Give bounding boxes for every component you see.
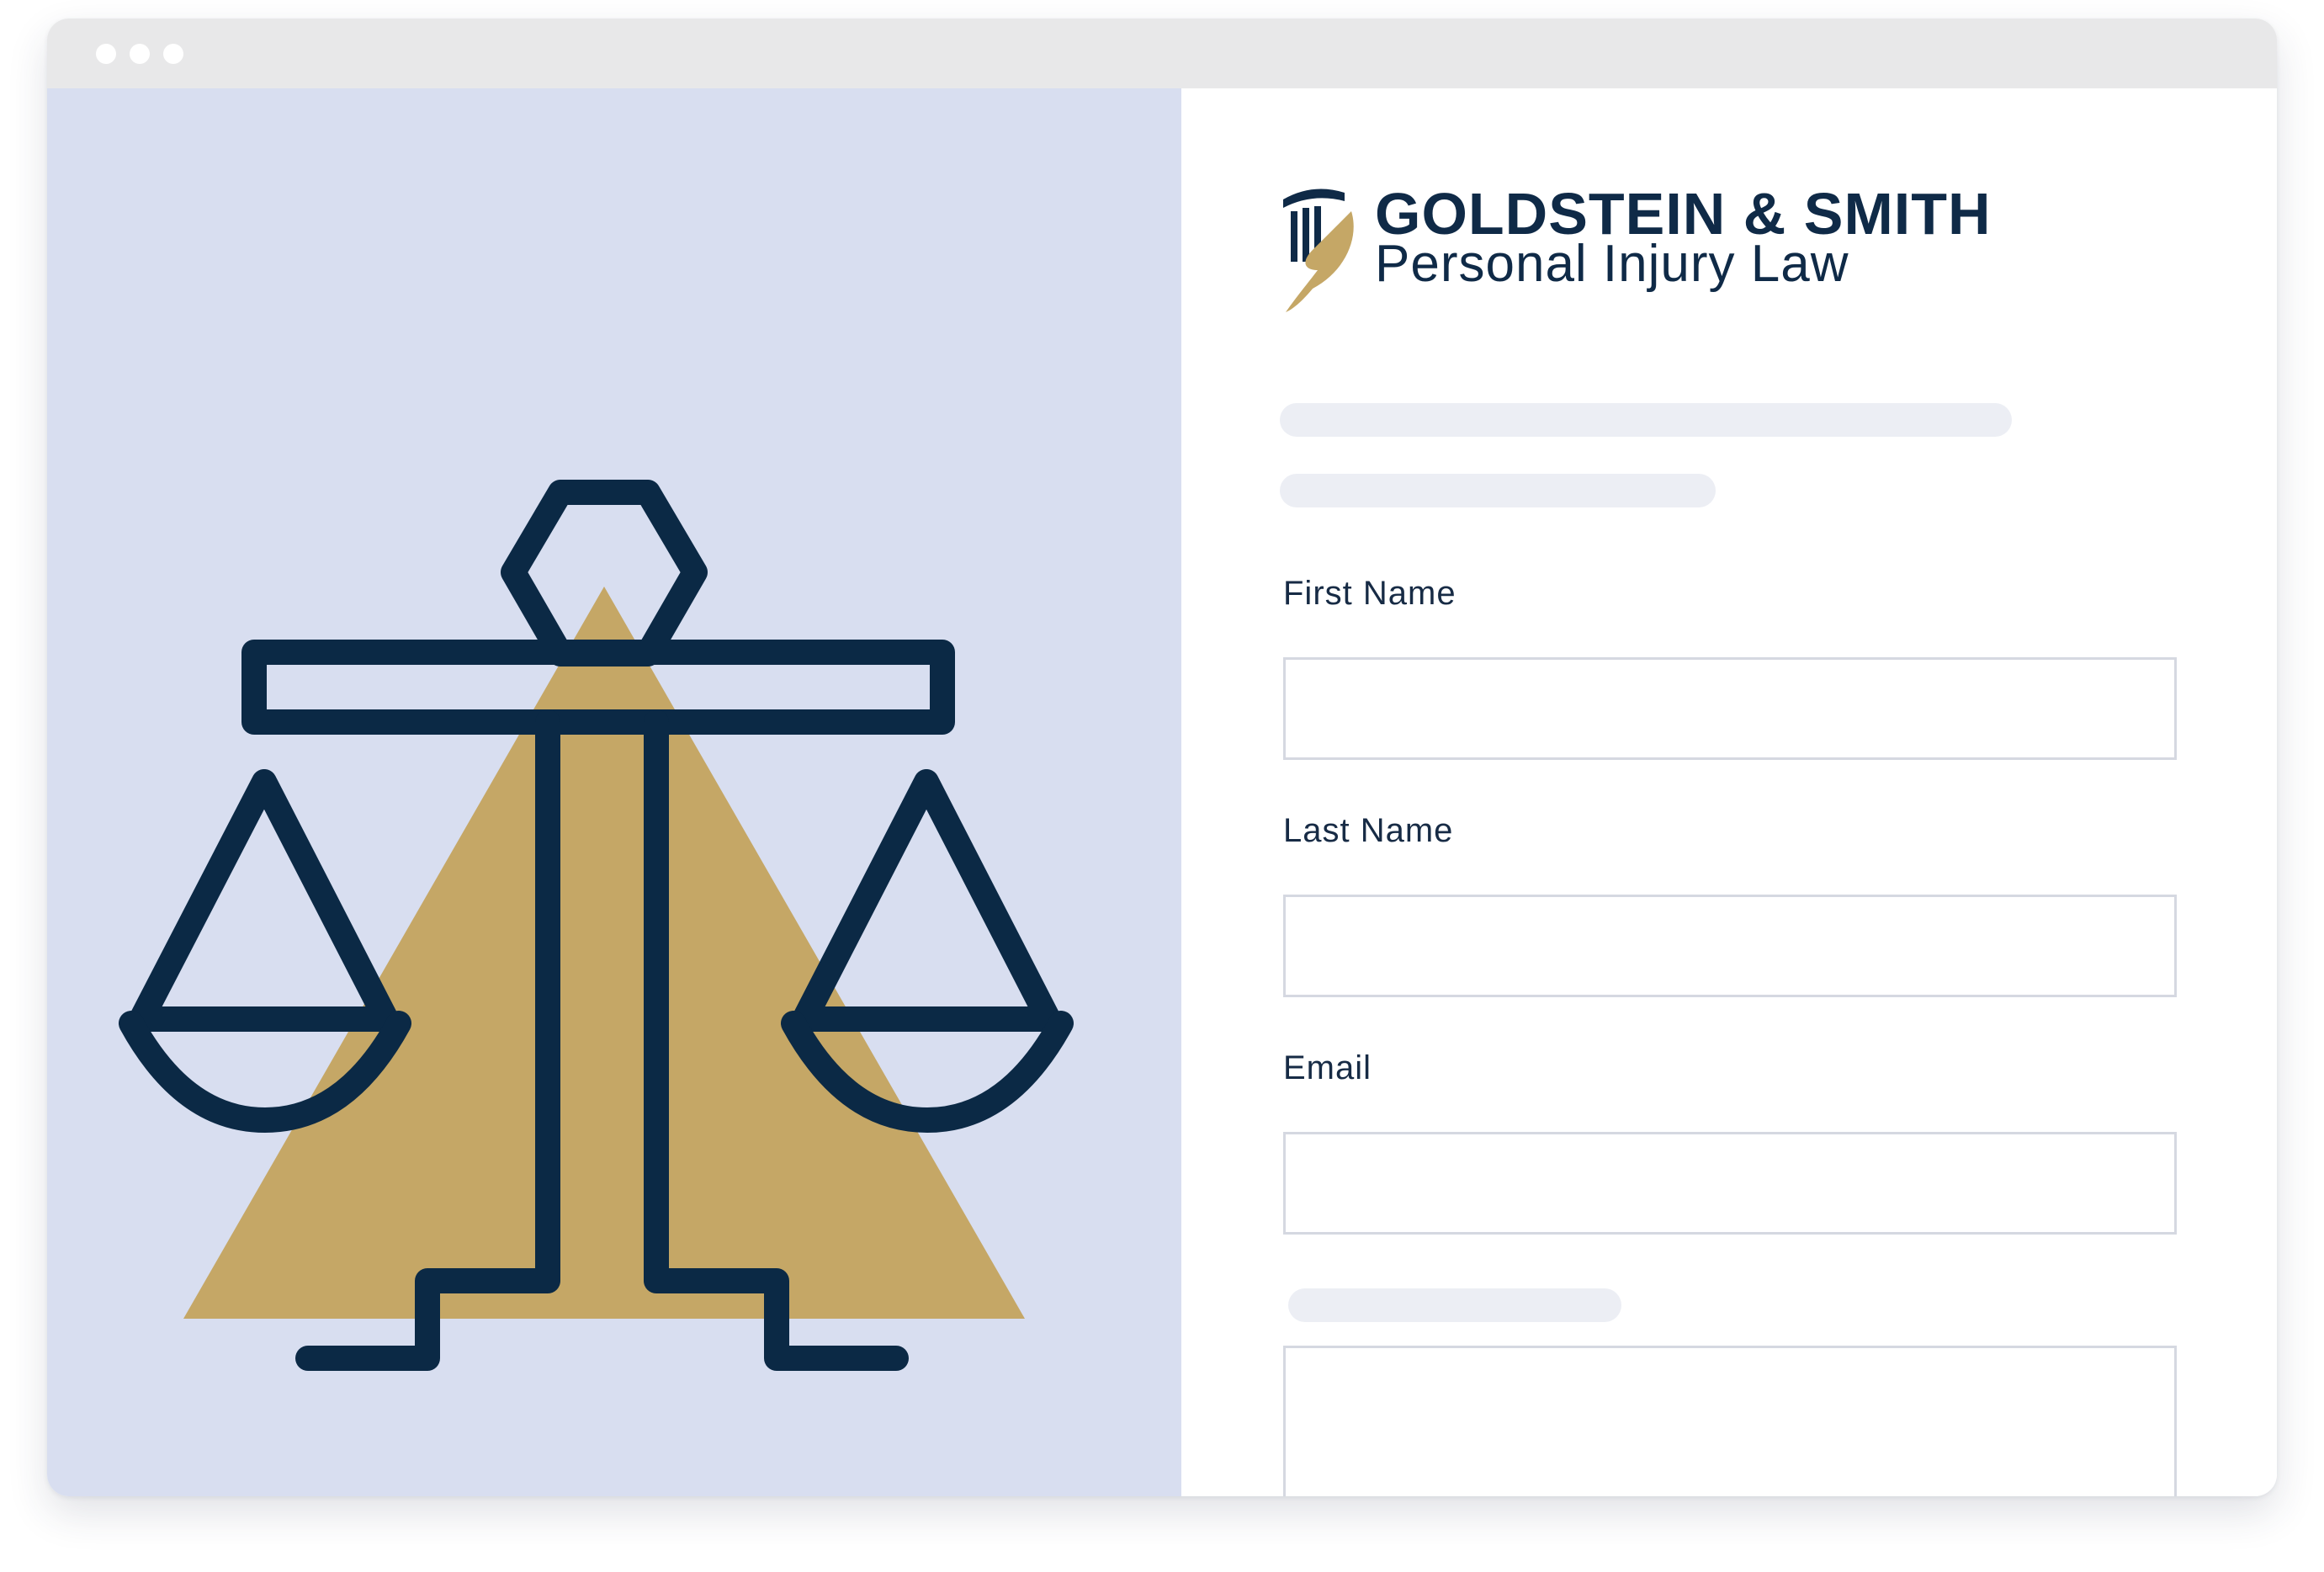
first-name-field[interactable] [1283,657,2177,760]
scales-of-justice-icon [119,480,1074,1371]
right-pan-chains [792,769,1061,1032]
window-dot[interactable] [96,44,116,64]
hero-panel [47,88,1181,1496]
window-dot[interactable] [130,44,150,64]
skeleton-heading-line [1280,403,2012,437]
window-dot[interactable] [163,44,183,64]
skeleton-subheading-line [1280,474,1716,507]
skeleton-message-label [1288,1288,1621,1322]
column-quill-logo-icon [1283,189,1354,312]
email-field[interactable] [1283,1132,2177,1235]
message-textarea[interactable] [1283,1346,2177,1496]
window-titlebar [47,19,2277,88]
triangle-backdrop [183,587,1025,1319]
last-name-label: Last Name [1283,812,1454,849]
left-pan-chains [129,769,399,1032]
last-name-field[interactable] [1283,895,2177,997]
browser-window: GOLDSTEIN & SMITH Personal Injury Law Fi… [47,19,2277,1496]
form-panel: GOLDSTEIN & SMITH Personal Injury Law Fi… [1181,88,2277,1496]
first-name-label: First Name [1283,575,1456,612]
brand-logo[interactable]: GOLDSTEIN & SMITH Personal Injury Law [1279,178,2036,321]
email-label: Email [1283,1049,1372,1086]
brand-tagline: Personal Injury Law [1375,235,1849,293]
